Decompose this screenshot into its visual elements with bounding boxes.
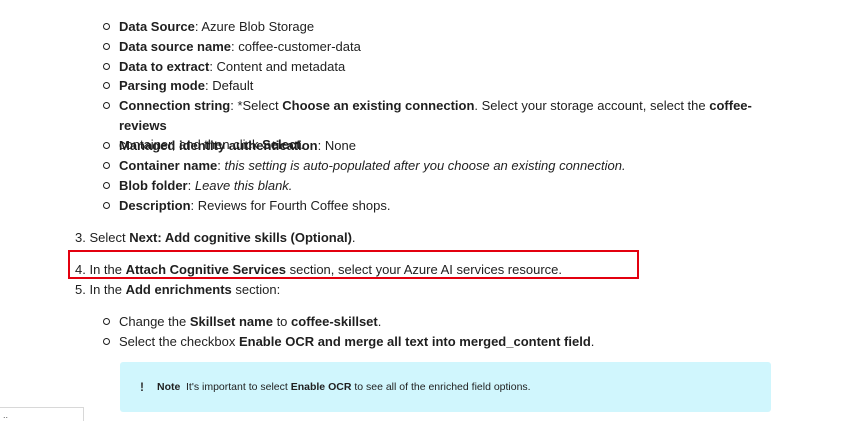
bullet-sep: :	[187, 178, 195, 193]
step-3: 3. Select Next: Add cognitive skills (Op…	[75, 228, 356, 247]
list-item-description: Description: Reviews for Fourth Coffee s…	[103, 196, 799, 216]
bullet-value: coffee-customer-data	[238, 39, 361, 54]
bullet-value: this setting is auto-populated after you…	[224, 158, 626, 173]
step-text: 4. In the	[75, 262, 126, 277]
step-bold: Attach Cognitive Services	[125, 262, 286, 277]
bullet-value: Leave this blank.	[194, 178, 293, 193]
bullet-key: Data to extract	[119, 59, 210, 74]
bullet-value: Default	[212, 78, 254, 93]
bullet-key: Blob folder	[119, 178, 188, 193]
corner-text: ..	[3, 410, 9, 420]
step-text: 5. In the	[75, 282, 126, 297]
text-run: . Select your storage account, select th…	[474, 98, 710, 113]
bullet-key: Parsing mode	[119, 78, 205, 93]
list-item-managed-identity: Managed identity authentication: None	[103, 136, 799, 156]
note-body: It's important to select Enable OCR to s…	[186, 362, 531, 412]
list-item-blob-folder: Blob folder: Leave this blank.	[103, 176, 799, 196]
list-item-data-source: Data Source: Azure Blob Storage	[103, 17, 799, 37]
text-run: to see all of the enriched field options…	[351, 381, 531, 393]
step-text: section, select your Azure AI services r…	[285, 262, 562, 277]
text-run: : *Select	[230, 98, 283, 113]
bullet-value: None	[324, 138, 356, 153]
step-5: 5. In the Add enrichments section:	[75, 280, 280, 299]
list-item-data-source-name: Data source name: coffee-customer-data	[103, 37, 799, 57]
text-run: .	[377, 314, 382, 329]
bullet-value: Azure Blob Storage	[201, 19, 315, 34]
list-item-skillset-name: Change the Skillset name to coffee-skill…	[103, 312, 799, 332]
list-item-data-to-extract: Data to extract: Content and metadata	[103, 57, 799, 77]
bullet-value: Reviews for Fourth Coffee shops.	[197, 198, 391, 213]
bullet-key: Connection string	[119, 98, 231, 113]
text-run: .	[590, 334, 595, 349]
step-bold: Next: Add cognitive skills (Optional)	[129, 230, 352, 245]
bold-run: Skillset name	[189, 314, 273, 329]
step-text: .	[351, 230, 356, 245]
bullet-key: Description	[119, 198, 191, 213]
note-title: Note	[157, 381, 181, 393]
text-run: It's important to select	[186, 381, 291, 393]
step-text: 3. Select	[75, 230, 130, 245]
bold-run: coffee-skillset	[291, 314, 378, 329]
bullet-value: Content and metadata	[216, 59, 346, 74]
text-run: to	[272, 314, 292, 329]
list-item-enable-ocr: Select the checkbox Enable OCR and merge…	[103, 332, 799, 352]
bullet-key: Managed identity authentication	[119, 138, 318, 153]
bullet-key: Container name	[119, 158, 218, 173]
exclamation-icon: !	[140, 380, 144, 394]
step-text: section:	[231, 282, 281, 297]
document-page: Data Source: Azure Blob Storage Data sou…	[0, 0, 851, 421]
note-callout: ! Note It's important to select Enable O…	[120, 362, 771, 412]
list-item-parsing-mode: Parsing mode: Default	[103, 76, 799, 96]
bold-run: Choose an existing connection	[282, 98, 475, 113]
bullet-key: Data Source	[119, 19, 195, 34]
bold-run: Enable OCR and merge all text into merge…	[238, 334, 591, 349]
list-item-container-name: Container name: this setting is auto-pop…	[103, 156, 799, 176]
corner-popup[interactable]: ..	[0, 407, 84, 421]
step-bold: Add enrichments	[125, 282, 232, 297]
bold-run: Enable OCR	[290, 381, 352, 393]
bullet-sep: :	[317, 138, 325, 153]
step-4: 4. In the Attach Cognitive Services sect…	[75, 260, 562, 279]
bullet-key: Data source name	[119, 39, 231, 54]
text-run: Change the	[119, 314, 190, 329]
bullet-sep: :	[190, 198, 198, 213]
bullet-sep: :	[209, 59, 217, 74]
text-run: Select the checkbox	[119, 334, 239, 349]
